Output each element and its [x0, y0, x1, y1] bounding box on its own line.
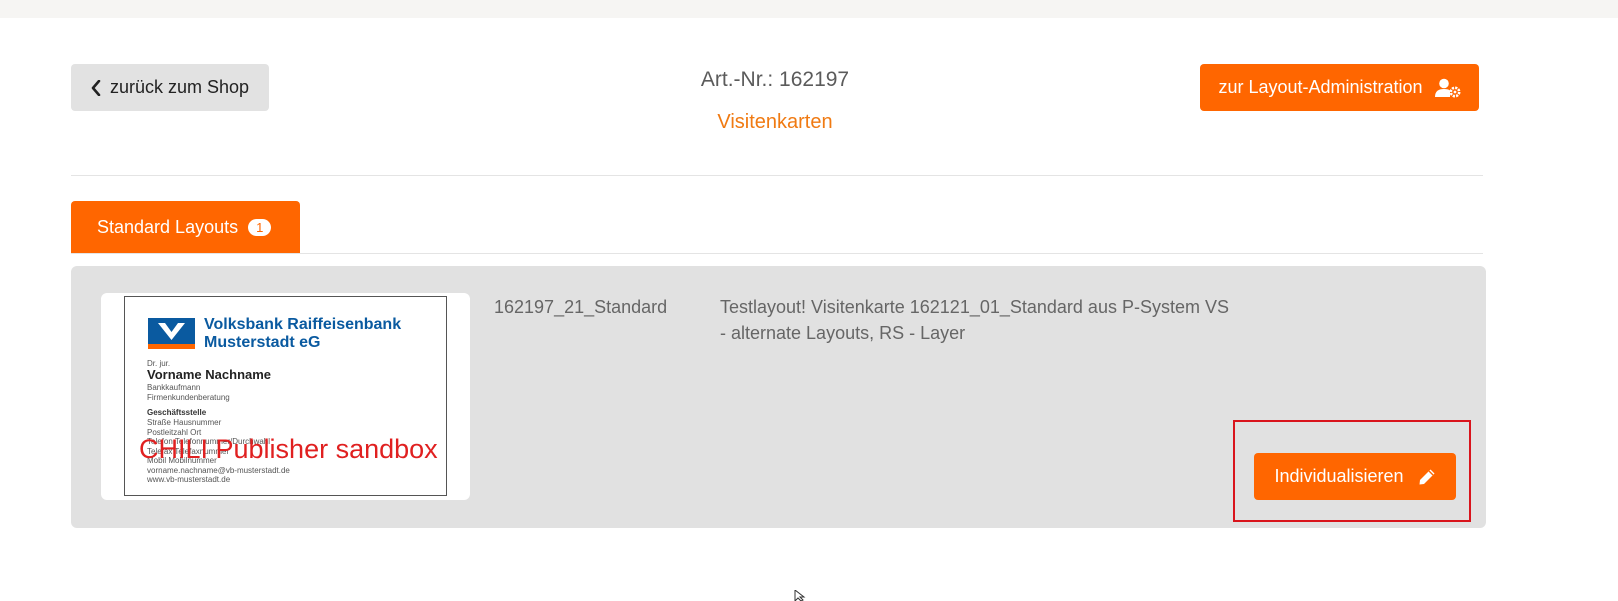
- individualize-label: Individualisieren: [1274, 466, 1404, 486]
- back-to-shop-button[interactable]: zurück zum Shop: [71, 64, 269, 111]
- card-job: Bankkaufmann: [147, 383, 201, 392]
- product-category: Visitenkarten: [717, 111, 833, 133]
- card-name: Vorname Nachname: [147, 367, 272, 382]
- bank-logo-icon: [148, 318, 195, 349]
- chevron-left-icon: [91, 79, 101, 96]
- card-department-role: Firmenkundenberatung: [147, 392, 230, 402]
- card-street: Straße Hausnummer: [147, 418, 222, 427]
- card-website: www.vb-musterstadt.de: [147, 475, 231, 484]
- card-branch: Geschäftsstelle: [147, 408, 207, 417]
- business-card-preview: Volksbank Raiffeisenbank Musterstadt eG …: [124, 296, 447, 496]
- pencil-icon: [1419, 469, 1435, 484]
- layout-count-badge: 1: [248, 219, 272, 236]
- layout-description-line: - alternate Layouts, RS - Layer: [720, 323, 966, 343]
- layout-administration-label: zur Layout-Administration: [1218, 77, 1423, 97]
- user-settings-icon: [1434, 78, 1461, 97]
- sandbox-watermark: CHILI Publisher sandbox: [139, 434, 438, 464]
- tab-standard-layouts[interactable]: Standard Layouts 1: [71, 201, 300, 254]
- layout-id: 162197_21_Standard: [494, 297, 668, 317]
- layout-description-line: Testlayout! Visitenkarte 162121_01_Stand…: [720, 297, 1229, 317]
- card-email: vorname.nachname@vb-musterstadt.de: [147, 465, 290, 475]
- tab-divider: [71, 253, 1483, 254]
- tab-label: Standard Layouts: [97, 217, 239, 237]
- back-to-shop-label: zurück zum Shop: [109, 77, 250, 97]
- article-number: Art.-Nr.: 162197: [700, 68, 850, 91]
- bank-name: Volksbank Raiffeisenbank Musterstadt eG: [204, 316, 402, 351]
- layout-administration-button[interactable]: zur Layout-Administration: [1200, 64, 1479, 111]
- header-divider: [71, 175, 1483, 176]
- mouse-cursor-icon: [794, 590, 806, 601]
- layout-preview-card[interactable]: Volksbank Raiffeisenbank Musterstadt eG …: [101, 293, 470, 500]
- individualize-button[interactable]: Individualisieren: [1254, 453, 1456, 500]
- layout-description: Testlayout! Visitenkarte 162121_01_Stand…: [720, 294, 1250, 346]
- top-bar: [0, 0, 1618, 18]
